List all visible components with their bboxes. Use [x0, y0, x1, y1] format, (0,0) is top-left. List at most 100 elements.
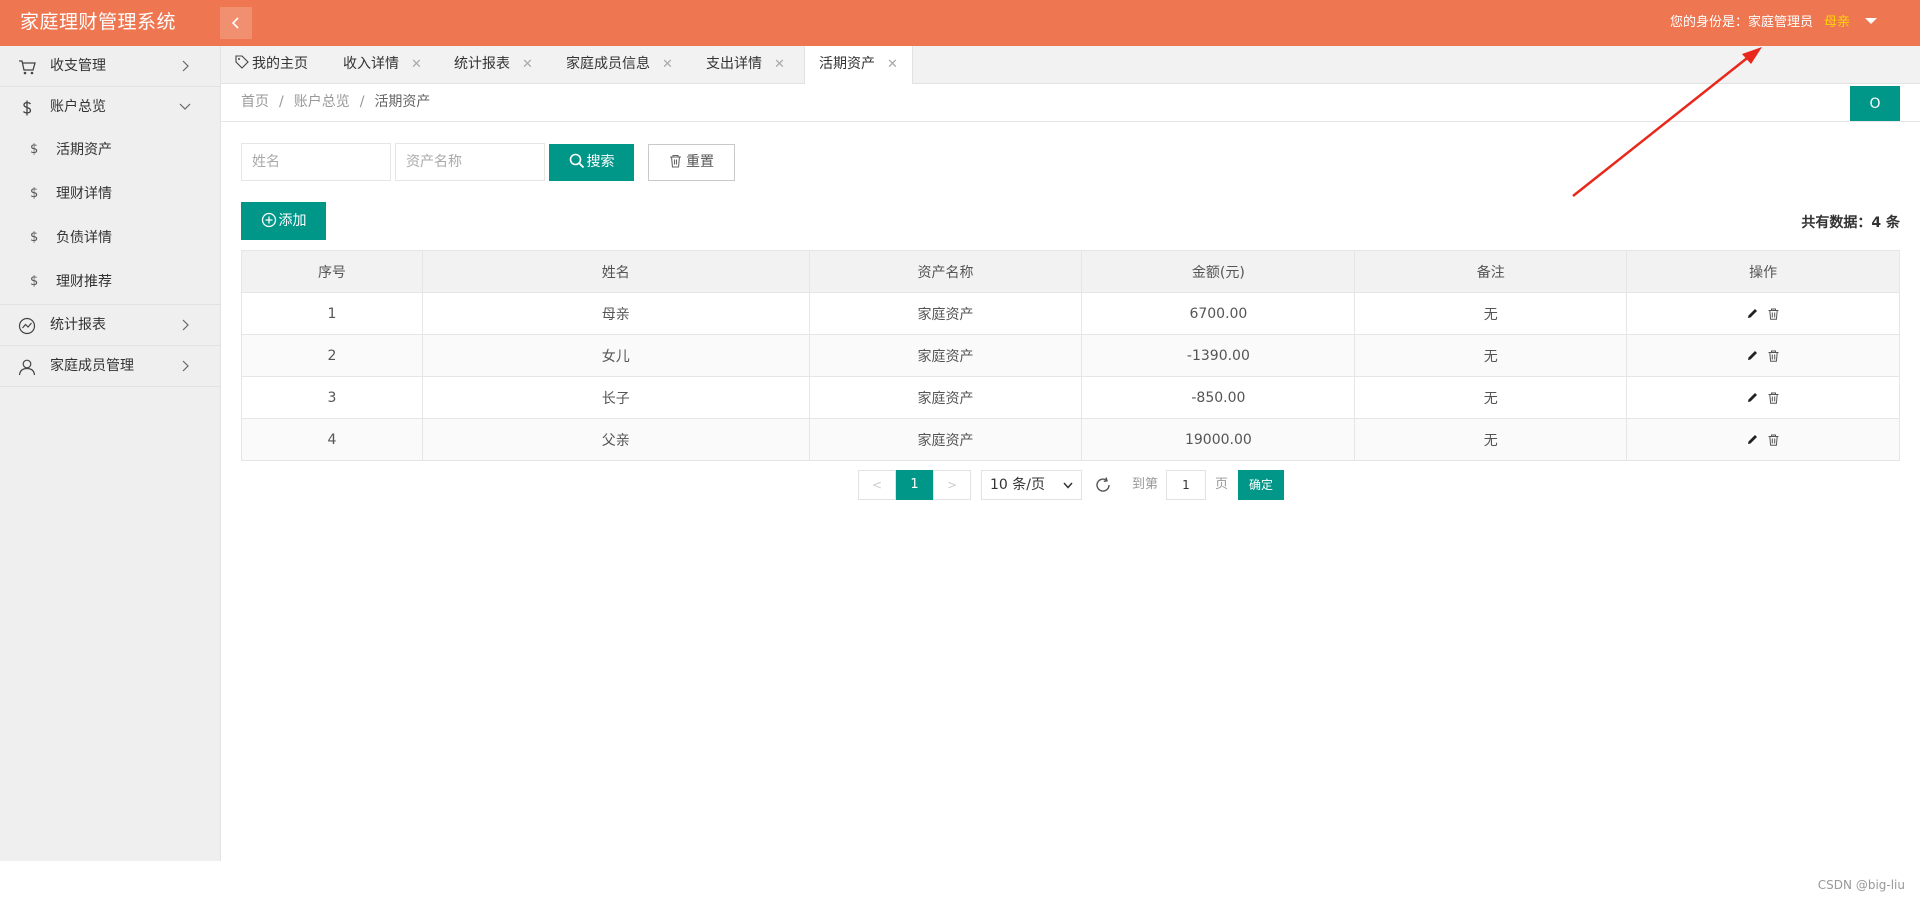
- close-icon[interactable]: ✕: [662, 57, 673, 72]
- delete-icon[interactable]: [1768, 392, 1779, 404]
- chevron-down-icon: [179, 103, 191, 110]
- breadcrumb-item[interactable]: 账户总览: [294, 94, 350, 110]
- sidebar-item-family-members[interactable]: 家庭成员管理: [0, 346, 220, 387]
- user-menu-name[interactable]: 母亲: [1824, 0, 1850, 46]
- column-header: 备注: [1354, 250, 1628, 293]
- sidebar-collapse-button[interactable]: [220, 7, 252, 39]
- chevron-right-icon: [182, 360, 189, 372]
- edit-icon[interactable]: [1747, 392, 1758, 403]
- sidebar-subitem-debt-details[interactable]: $ 负债详情: [0, 216, 220, 260]
- table-cell: -850.00: [1081, 376, 1356, 419]
- dollar-icon: $: [30, 142, 39, 157]
- sidebar-submenu-accounts: $ 活期资产 $ 理财详情 $ 负债详情 $ 理财推荐: [0, 127, 220, 305]
- cart-icon: [19, 60, 36, 75]
- column-header: 操作: [1626, 250, 1900, 293]
- pagination-next-button[interactable]: >: [933, 470, 971, 500]
- sidebar-subitem-label: 理财推荐: [56, 274, 112, 290]
- close-icon[interactable]: ✕: [887, 57, 898, 72]
- sidebar-item-label: 家庭成员管理: [50, 358, 134, 374]
- table-cell: 家庭资产: [808, 292, 1083, 335]
- table-cell: 女儿: [421, 334, 810, 377]
- edit-icon[interactable]: [1747, 434, 1758, 445]
- close-icon[interactable]: ✕: [522, 57, 533, 72]
- tab-home[interactable]: 我的主页: [235, 46, 308, 83]
- sidebar-item-accounts[interactable]: 账户总览: [0, 87, 220, 127]
- total-count: 共有数据：4 条: [1801, 212, 1900, 232]
- search-icon: [569, 153, 584, 169]
- table-header-row: 序号 姓名 资产名称 金额(元) 备注 操作: [241, 250, 1900, 293]
- sidebar-item-label: 统计报表: [50, 317, 106, 333]
- goto-page-input[interactable]: [1166, 470, 1206, 500]
- close-icon[interactable]: ✕: [411, 57, 422, 72]
- table-row: 4 父亲 家庭资产 19000.00 无: [241, 418, 1900, 461]
- reset-button-label: 重置: [686, 154, 714, 170]
- table-cell: 无: [1354, 292, 1628, 335]
- page-size-select[interactable]: 10 条/页: [981, 470, 1082, 500]
- tab-current-assets[interactable]: 活期资产 ✕: [804, 46, 913, 84]
- delete-icon[interactable]: [1768, 350, 1779, 362]
- tag-icon: [235, 55, 249, 69]
- search-button[interactable]: 搜索: [549, 144, 634, 181]
- dollar-icon: [22, 100, 32, 116]
- table-cell: 家庭资产: [808, 376, 1083, 419]
- dollar-icon: $: [30, 274, 39, 289]
- sidebar-item-reports[interactable]: 统计报表: [0, 305, 220, 346]
- tab-stat-reports[interactable]: 统计报表 ✕: [454, 46, 533, 83]
- tab-label: 收入详情: [343, 56, 399, 72]
- delete-icon[interactable]: [1768, 308, 1779, 320]
- breadcrumb-item[interactable]: 首页: [241, 94, 269, 110]
- tab-income-details[interactable]: 收入详情 ✕: [343, 46, 422, 83]
- chart-line-icon: [18, 317, 36, 335]
- name-search-input[interactable]: [241, 143, 391, 181]
- assets-table: 序号 姓名 资产名称 金额(元) 备注 操作 1 母亲 家庭资产 6700.00…: [241, 250, 1900, 461]
- breadcrumb-separator: /: [359, 94, 365, 110]
- tab-label: 活期资产: [819, 56, 875, 72]
- sidebar-subitem-current-assets[interactable]: $ 活期资产: [0, 128, 220, 172]
- tab-expense-details[interactable]: 支出详情 ✕: [706, 46, 785, 83]
- reload-icon[interactable]: [1094, 476, 1112, 494]
- chevron-right-icon: [182, 60, 189, 72]
- caret-down-icon[interactable]: [1865, 18, 1877, 24]
- edit-icon[interactable]: [1747, 350, 1758, 361]
- search-button-label: 搜索: [586, 154, 615, 170]
- table-cell: 3: [241, 376, 423, 419]
- chevron-left-icon: [231, 17, 239, 29]
- column-header: 资产名称: [808, 250, 1083, 293]
- table-actions: [1626, 292, 1900, 335]
- column-header: 金额(元): [1081, 250, 1356, 293]
- table-cell: 无: [1354, 376, 1628, 419]
- reset-button[interactable]: 重置: [648, 144, 735, 181]
- tab-label: 我的主页: [252, 56, 308, 72]
- table-cell: 家庭资产: [808, 418, 1083, 461]
- tab-family-info[interactable]: 家庭成员信息 ✕: [566, 46, 673, 83]
- pagination-page-1[interactable]: 1: [896, 470, 933, 500]
- page-unit-label: 页: [1215, 477, 1229, 492]
- table-cell: 2: [241, 334, 423, 377]
- column-header: 序号: [241, 250, 423, 293]
- table-cell: 家庭资产: [808, 334, 1083, 377]
- table-cell: 长子: [421, 376, 810, 419]
- goto-confirm-button[interactable]: 确定: [1238, 470, 1284, 500]
- edit-icon[interactable]: [1747, 308, 1758, 319]
- table-cell: 无: [1354, 418, 1628, 461]
- sidebar: 收支管理 账户总览 $ 活期资产 $ 理财详情 $ 负债详情 $ 理财推荐 统计…: [0, 46, 221, 861]
- table-cell: 母亲: [421, 292, 810, 335]
- asset-name-search-input[interactable]: [395, 143, 545, 181]
- pagination-prev-button[interactable]: <: [858, 470, 896, 500]
- add-button[interactable]: 添加: [241, 202, 326, 240]
- delete-icon[interactable]: [1768, 434, 1779, 446]
- sidebar-subitem-finance-details[interactable]: $ 理财详情: [0, 172, 220, 216]
- sidebar-subitem-finance-recommend[interactable]: $ 理财推荐: [0, 260, 220, 304]
- table-cell: 6700.00: [1081, 292, 1356, 335]
- close-icon[interactable]: ✕: [774, 57, 785, 72]
- table-cell: 1: [241, 292, 423, 335]
- sidebar-item-income-expense[interactable]: 收支管理: [0, 46, 220, 87]
- dollar-icon: $: [30, 186, 39, 201]
- table-actions: [1626, 334, 1900, 377]
- app-title: 家庭理财管理系统: [20, 11, 177, 33]
- total-label: 共有数据：: [1801, 215, 1872, 231]
- page-size-value: 10 条/页: [990, 477, 1045, 493]
- chevron-right-icon: [182, 319, 189, 331]
- table-cell: 4: [241, 418, 423, 461]
- refresh-button[interactable]: O: [1850, 86, 1900, 122]
